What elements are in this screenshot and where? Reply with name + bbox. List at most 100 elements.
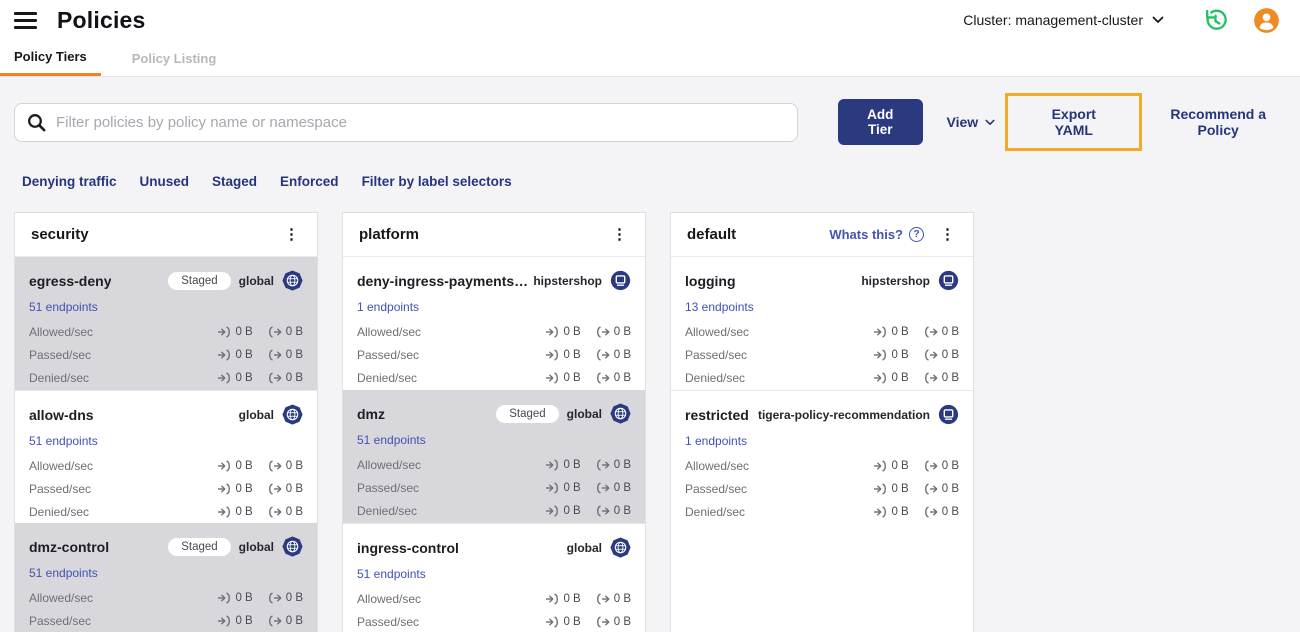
search-input[interactable] (56, 113, 786, 131)
egress-traffic-icon (596, 505, 610, 517)
ingress-traffic-icon (217, 372, 231, 384)
filter-by-label-selectors[interactable]: Filter by label selectors (362, 174, 512, 189)
stat-value: 0 B (545, 593, 581, 605)
egress-traffic-icon (268, 326, 282, 338)
traffic-stat-row: Denied/sec 0 B 0 B (357, 504, 631, 518)
export-yaml-highlight-box: Export YAML (1005, 93, 1143, 151)
tab-policy-tiers[interactable]: Policy Tiers (0, 40, 101, 76)
search-icon (28, 113, 46, 131)
endpoints-link[interactable]: 13 endpoints (685, 300, 754, 314)
endpoints-link[interactable]: 51 endpoints (357, 433, 426, 447)
traffic-stat-row: Passed/sec 0 B 0 B (685, 482, 959, 496)
stat-bytes: 0 B (613, 459, 631, 471)
stat-bytes: 0 B (563, 593, 581, 605)
egress-traffic-icon (268, 372, 282, 384)
stat-bytes: 0 B (235, 483, 253, 495)
policy-name: egress-deny (29, 272, 112, 289)
ingress-traffic-icon (873, 326, 887, 338)
ingress-traffic-icon (873, 506, 887, 518)
stat-bytes: 0 B (285, 349, 303, 361)
stat-value: 0 B (545, 349, 581, 361)
endpoints-link[interactable]: 51 endpoints (29, 566, 98, 580)
user-avatar-icon[interactable] (1253, 7, 1280, 34)
filter-unused[interactable]: Unused (140, 174, 190, 189)
stat-bytes: 0 B (613, 482, 631, 494)
stat-value: 0 B (545, 482, 581, 494)
ingress-traffic-icon (873, 349, 887, 361)
export-yaml-button[interactable]: Export YAML (1032, 106, 1115, 138)
policy-scope-label: hipstershop (861, 273, 930, 288)
cluster-selector-label: Cluster: management-cluster (963, 12, 1143, 28)
tier-menu-kebab-icon[interactable]: ⋮ (936, 225, 959, 244)
policy-card[interactable]: ingress-control global 51 endpoints Allowe… (343, 523, 645, 632)
stat-bytes: 0 B (285, 483, 303, 495)
recommend-policy-button[interactable]: Recommend a Policy (1150, 106, 1286, 138)
ingress-traffic-icon (545, 482, 559, 494)
policy-card[interactable]: allow-dns global 51 endpoints Allowed/sec … (15, 390, 317, 523)
filter-staged[interactable]: Staged (212, 174, 257, 189)
stat-label: Passed/sec (357, 615, 420, 629)
endpoints-link[interactable]: 51 endpoints (29, 300, 98, 314)
egress-traffic-icon (924, 349, 938, 361)
hamburger-menu-icon[interactable] (14, 11, 37, 29)
globe-icon (610, 537, 631, 558)
tier-menu-kebab-icon[interactable]: ⋮ (608, 225, 631, 244)
endpoints-link[interactable]: 1 endpoints (685, 434, 747, 448)
endpoints-link[interactable]: 51 endpoints (29, 434, 98, 448)
policy-scope-label: global (238, 539, 274, 554)
staged-badge: Staged (168, 271, 231, 290)
policy-card[interactable]: logging hipstershop 13 endpoints Allowed/s… (671, 257, 973, 390)
traffic-stat-row: Allowed/sec 0 B 0 B (357, 325, 631, 339)
traffic-stat-row: Denied/sec 0 B 0 B (29, 371, 303, 385)
policy-card[interactable]: restricted tigera-policy-recommendation 1… (671, 390, 973, 523)
tier-menu-kebab-icon[interactable]: ⋮ (280, 225, 303, 244)
egress-traffic-icon (268, 615, 282, 627)
history-icon[interactable] (1202, 7, 1229, 34)
stat-bytes: 0 B (235, 372, 253, 384)
stat-value: 0 B (268, 349, 303, 361)
ingress-traffic-icon (217, 615, 231, 627)
traffic-stats: Allowed/sec 0 B 0 BPassed/sec 0 B 0 BDen… (357, 592, 631, 632)
stat-bytes: 0 B (563, 505, 581, 517)
ingress-traffic-icon (545, 459, 559, 471)
stat-bytes: 0 B (235, 506, 253, 518)
stat-bytes: 0 B (941, 326, 959, 338)
stat-bytes: 0 B (613, 593, 631, 605)
policy-card[interactable]: dmz Staged global 51 endpoints Allowed/sec … (343, 390, 645, 523)
stat-bytes: 0 B (891, 483, 909, 495)
endpoints-link[interactable]: 51 endpoints (357, 567, 426, 581)
view-dropdown-button[interactable]: View (947, 114, 996, 130)
stat-label: Denied/sec (29, 505, 90, 519)
add-tier-button[interactable]: Add Tier (838, 99, 923, 145)
stat-bytes: 0 B (563, 616, 581, 628)
stat-value: 0 B (924, 460, 959, 472)
tab-policy-listing[interactable]: Policy Listing (132, 40, 217, 76)
filter-enforced[interactable]: Enforced (280, 174, 339, 189)
stat-value: 0 B (268, 592, 303, 604)
policy-filter-searchbox[interactable] (14, 102, 799, 142)
filter-denying-traffic[interactable]: Denying traffic (22, 174, 117, 189)
policy-card[interactable]: deny-ingress-paymentservi... hipstershop … (343, 257, 645, 390)
cluster-selector[interactable]: Cluster: management-cluster (963, 12, 1164, 28)
egress-traffic-icon (924, 506, 938, 518)
traffic-stat-row: Denied/sec 0 B 0 B (685, 371, 959, 385)
policy-scope-label: hipstershop (533, 273, 602, 288)
view-dropdown-label: View (946, 114, 979, 130)
namespace-icon (938, 270, 959, 291)
endpoints-link[interactable]: 1 endpoints (357, 300, 419, 314)
stat-value: 0 B (217, 592, 253, 604)
stat-value: 0 B (545, 616, 581, 628)
stat-value: 0 B (545, 372, 581, 384)
stat-bytes: 0 B (285, 592, 303, 604)
policy-card[interactable]: dmz-control Staged global 51 endpoints Allo… (15, 523, 317, 632)
egress-traffic-icon (596, 593, 610, 605)
egress-traffic-icon (268, 483, 282, 495)
stat-value: 0 B (596, 372, 631, 384)
stat-bytes: 0 B (891, 506, 909, 518)
globe-icon (282, 536, 303, 557)
tier-policy-list: deny-ingress-paymentservi... hipstershop … (343, 257, 645, 632)
namespace-icon (938, 404, 959, 425)
policy-card[interactable]: egress-deny Staged global 51 endpoints Allo… (15, 257, 317, 390)
whats-this-link[interactable]: Whats this? ? (829, 227, 924, 242)
policy-scope-label: tigera-policy-recommendation (757, 407, 930, 422)
